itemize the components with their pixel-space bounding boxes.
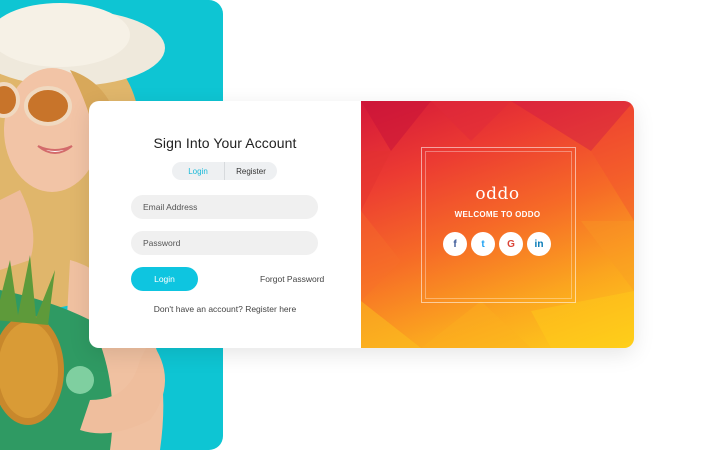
brand-panel: oddo WELCOME TO ODDO f t G in [361, 101, 634, 348]
email-field[interactable] [131, 195, 318, 219]
auth-card: Sign Into Your Account Login Register Lo… [89, 101, 634, 348]
tab-register[interactable]: Register [225, 162, 277, 180]
facebook-icon[interactable]: f [443, 232, 467, 256]
login-button[interactable]: Login [131, 267, 198, 291]
linkedin-icon[interactable]: in [527, 232, 551, 256]
login-form-panel: Sign Into Your Account Login Register Lo… [89, 101, 361, 348]
password-field[interactable] [131, 231, 318, 255]
brand-logo: oddo [475, 184, 520, 204]
welcome-text: WELCOME TO ODDO [454, 210, 541, 219]
tab-login[interactable]: Login [172, 162, 225, 180]
twitter-icon[interactable]: t [471, 232, 495, 256]
social-buttons: f t G in [443, 232, 551, 256]
forgot-password-link[interactable]: Forgot Password [260, 274, 324, 284]
auth-tabs: Login Register [172, 162, 277, 180]
form-title: Sign Into Your Account [153, 135, 297, 151]
google-icon[interactable]: G [499, 232, 523, 256]
register-link[interactable]: Don't have an account? Register here [89, 304, 361, 314]
decorative-frame-inner [425, 151, 572, 299]
